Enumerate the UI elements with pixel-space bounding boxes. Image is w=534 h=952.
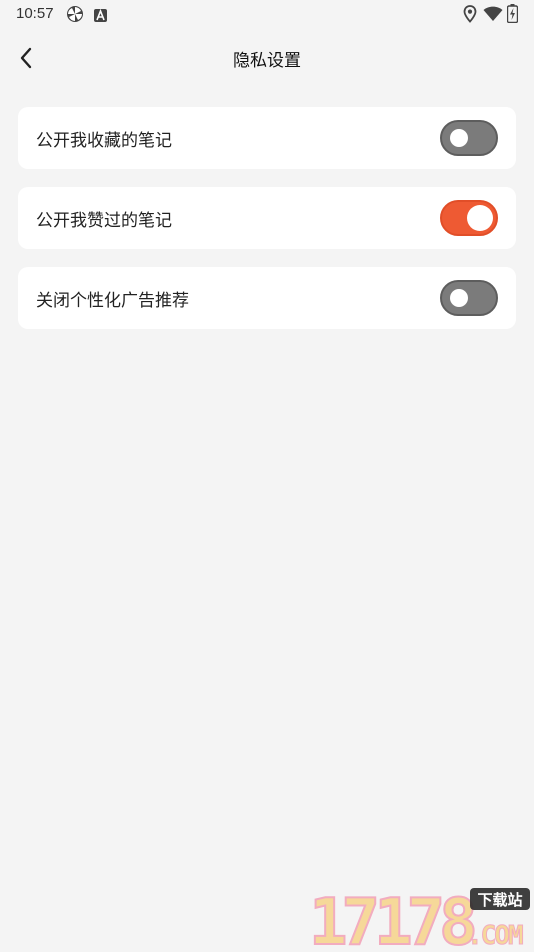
location-icon xyxy=(463,5,477,27)
watermark-logo: 17178 下载站 .COM xyxy=(307,885,532,952)
toggle-knob xyxy=(450,289,468,307)
status-bar: 10:57 xyxy=(0,0,534,28)
setting-label: 公开我收藏的笔记 xyxy=(36,131,172,151)
toggle-personalized-ads[interactable] xyxy=(440,280,498,316)
setting-row-public-favorites: 公开我收藏的笔记 xyxy=(18,107,516,169)
toggle-knob xyxy=(467,205,493,231)
toggle-knob xyxy=(450,129,468,147)
a-box-icon xyxy=(94,7,107,26)
setting-row-personalized-ads: 关闭个性化广告推荐 xyxy=(18,267,516,329)
battery-icon xyxy=(506,4,519,27)
wifi-icon xyxy=(483,6,503,26)
navigation-bar: 隐私设置 xyxy=(0,36,534,80)
pinwheel-icon xyxy=(66,5,84,27)
watermark-number: 17178 xyxy=(309,886,474,948)
settings-list: 公开我收藏的笔记 公开我赞过的笔记 关闭个性化广告推荐 xyxy=(18,107,516,347)
setting-row-public-likes: 公开我赞过的笔记 xyxy=(18,187,516,249)
watermark-badge: 下载站 xyxy=(477,891,522,909)
setting-label: 关闭个性化广告推荐 xyxy=(36,291,189,311)
watermark-suffix: .COM xyxy=(467,921,523,948)
status-time: 10:57 xyxy=(16,5,54,22)
toggle-public-favorites[interactable] xyxy=(440,120,498,156)
toggle-public-likes[interactable] xyxy=(440,200,498,236)
setting-label: 公开我赞过的笔记 xyxy=(36,211,172,231)
page-title: 隐私设置 xyxy=(233,51,301,71)
